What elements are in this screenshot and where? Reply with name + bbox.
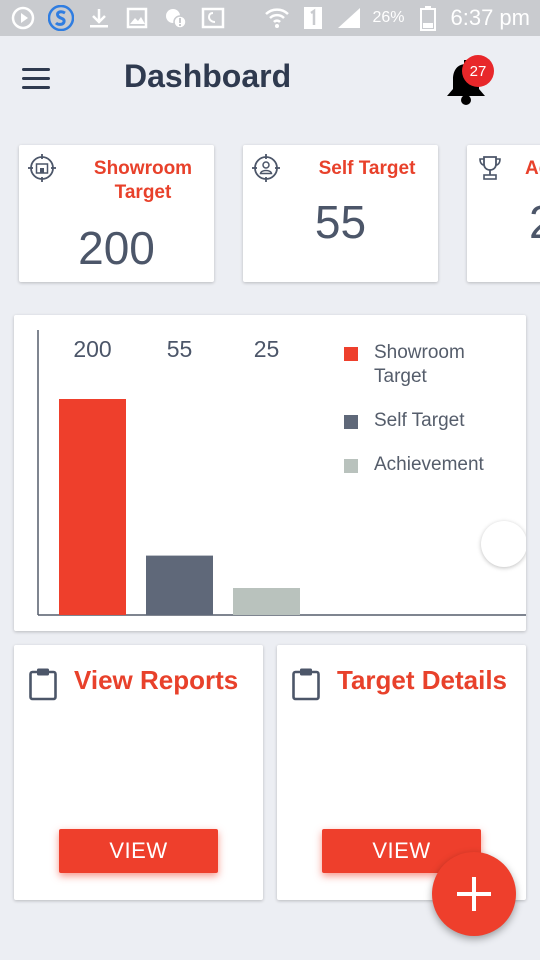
- showroom-target-value: 200: [78, 222, 155, 274]
- clipboard-icon: [292, 668, 320, 701]
- battery-percent: 26%: [372, 9, 405, 26]
- image-icon: [124, 5, 150, 31]
- chart-legend: Showroom Target Self Target Achievement: [344, 341, 524, 497]
- hamburger-menu-icon[interactable]: [22, 68, 50, 90]
- achievement-card[interactable]: Ac 2: [467, 145, 540, 282]
- data-label: 55: [167, 336, 193, 362]
- play-icon: [10, 5, 36, 31]
- legend-label: Showroom Target: [374, 342, 465, 387]
- self-target-card[interactable]: Self Target 55: [243, 145, 438, 282]
- shield-icon: [200, 5, 226, 31]
- bar-self-target: [146, 555, 213, 615]
- scroll-handle[interactable]: [481, 521, 526, 567]
- bar-showroom-target: [59, 399, 126, 615]
- clock: 6:37 pm: [450, 5, 531, 30]
- data-label: 25: [254, 336, 280, 362]
- add-fab-button[interactable]: [432, 852, 516, 936]
- s-app-icon: [48, 5, 74, 31]
- data-label: 200: [73, 336, 111, 362]
- legend-swatch: [344, 347, 358, 361]
- notifications-button[interactable]: 27: [444, 55, 494, 108]
- legend-label: Self Target: [374, 410, 465, 431]
- showroom-target-label: Showroom Target: [93, 158, 193, 203]
- notification-badge: 27: [462, 55, 494, 87]
- app-bar: Dashboard 27: [0, 36, 540, 120]
- legend-item: Showroom Target: [344, 341, 524, 389]
- sim-icon: [300, 5, 326, 31]
- alert-icon: [162, 5, 188, 31]
- legend-swatch: [344, 415, 358, 429]
- page-title: Dashboard: [124, 58, 292, 94]
- download-icon: [86, 5, 112, 31]
- view-reports-title: View Reports: [74, 665, 239, 695]
- target-details-title: Target Details: [337, 665, 508, 695]
- legend-item: Self Target: [344, 409, 524, 433]
- legend-item: Achievement: [344, 453, 524, 477]
- signal-icon: [336, 5, 362, 31]
- self-target-label: Self Target: [318, 158, 416, 179]
- wifi-icon: [264, 5, 290, 31]
- legend-label: Achievement: [374, 454, 484, 475]
- legend-swatch: [344, 459, 358, 473]
- status-bar: 26% 6:37 pm: [0, 0, 540, 36]
- view-reports-card: View Reports VIEW: [14, 645, 263, 900]
- target-chart-card: 200 55 25 Showroom Target Self Target Achiev…: [14, 315, 526, 631]
- plus-icon: [457, 877, 491, 911]
- showroom-target-card[interactable]: Showroom Target 200: [19, 145, 214, 282]
- achievement-label: Ac: [525, 158, 540, 179]
- target-person-icon: [252, 154, 280, 182]
- target-store-icon: [28, 154, 56, 182]
- self-target-value: 55: [314, 196, 367, 248]
- battery-icon: [415, 5, 441, 31]
- clipboard-icon: [29, 668, 57, 701]
- trophy-icon: [479, 156, 501, 180]
- bar-achievement: [233, 588, 300, 615]
- achievement-value: 2: [529, 195, 540, 249]
- view-reports-button[interactable]: VIEW: [59, 829, 218, 873]
